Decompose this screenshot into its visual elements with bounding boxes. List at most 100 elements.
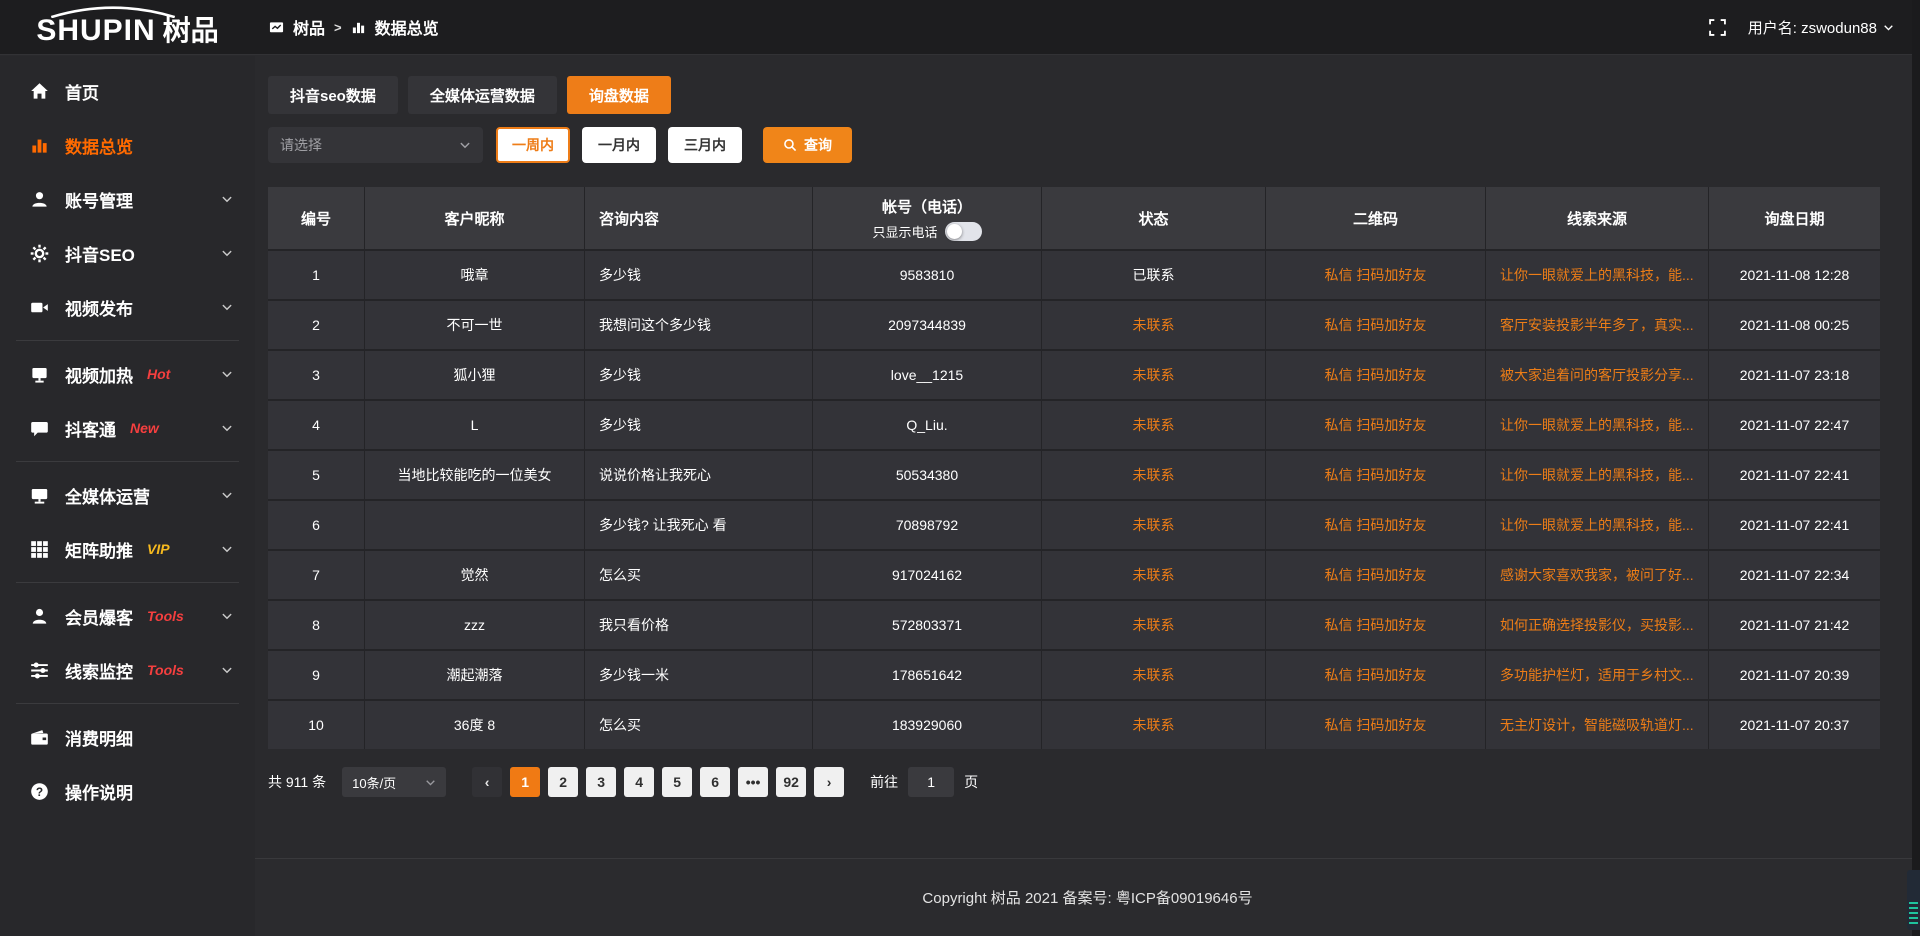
cell-date: 2021-11-07 22:34: [1709, 551, 1880, 599]
sidebar-item-badge: Tools: [147, 662, 184, 678]
header-account: 帐号（电话） 只显示电话: [813, 187, 1041, 249]
chevron-down-icon: [221, 422, 233, 434]
sidebar-item[interactable]: 会员爆客 Tools: [0, 589, 255, 643]
sidebar-item-icon: [30, 298, 49, 317]
cell-source-link[interactable]: 如何正确选择投影仪，买投影...: [1486, 601, 1708, 649]
pagination: 共 911 条 10条/页 ‹ 1 2 3 4 5 6 ••• 92: [268, 767, 1920, 797]
cell-source-link[interactable]: 让你一眼就爱上的黑科技，能...: [1486, 451, 1708, 499]
cell-source-link[interactable]: 感谢大家喜欢我家，被问了好...: [1486, 551, 1708, 599]
page-button[interactable]: 5: [662, 767, 692, 797]
sidebar-item[interactable]: 首页: [0, 64, 255, 118]
username-label: 用户名: zswodun88: [1748, 17, 1877, 38]
page-button[interactable]: 4: [624, 767, 654, 797]
tab[interactable]: 询盘数据: [567, 76, 671, 114]
fullscreen-icon[interactable]: [1709, 19, 1726, 36]
table-row: 3 狐小狸 多少钱 love__1215 未联系 私信 扫码加好友 被大家追着问…: [268, 351, 1880, 399]
page-button[interactable]: 3: [586, 767, 616, 797]
page-size-select[interactable]: 10条/页: [342, 767, 446, 797]
cell-content: 多少钱: [585, 251, 812, 299]
page-button[interactable]: 6: [700, 767, 730, 797]
page-button[interactable]: 1: [510, 767, 540, 797]
cell-account: Q_Liu.: [813, 401, 1041, 449]
cell-qrcode-link[interactable]: 私信 扫码加好友: [1266, 551, 1485, 599]
sidebar-item[interactable]: 消费明细: [0, 710, 255, 764]
sidebar-item[interactable]: 抖音SEO: [0, 226, 255, 280]
cell-qrcode-link[interactable]: 私信 扫码加好友: [1266, 451, 1485, 499]
cell-source-link[interactable]: 让你一眼就爱上的黑科技，能...: [1486, 501, 1708, 549]
cell-qrcode-link[interactable]: 私信 扫码加好友: [1266, 401, 1485, 449]
sidebar-divider: [16, 461, 239, 462]
date-range-button[interactable]: 一月内: [582, 127, 656, 163]
filter-select[interactable]: 请选择: [268, 127, 483, 163]
scrollbar[interactable]: [1912, 0, 1920, 936]
cell-date: 2021-11-08 00:25: [1709, 301, 1880, 349]
sidebar-item[interactable]: 视频发布: [0, 280, 255, 334]
cell-nickname: zzz: [365, 601, 584, 649]
cell-content: 我只看价格: [585, 601, 812, 649]
page-button[interactable]: 92: [776, 767, 806, 797]
tab[interactable]: 全媒体运营数据: [408, 76, 557, 114]
cell-qrcode-link[interactable]: 私信 扫码加好友: [1266, 601, 1485, 649]
browser-extension-widget[interactable]: [1907, 870, 1920, 930]
sidebar-item[interactable]: 数据总览: [0, 118, 255, 172]
cell-content: 多少钱一米: [585, 651, 812, 699]
sidebar-item-label: 操作说明: [65, 779, 133, 804]
page-button[interactable]: 2: [548, 767, 578, 797]
cell-no: 4: [268, 401, 364, 449]
sidebar-item[interactable]: 账号管理: [0, 172, 255, 226]
sidebar-item-icon: [30, 419, 49, 438]
sidebar-item[interactable]: 抖客通 New: [0, 401, 255, 455]
cell-nickname: 36度 8: [365, 701, 584, 749]
page-button[interactable]: •••: [738, 767, 768, 797]
user-menu[interactable]: 用户名: zswodun88: [1748, 17, 1894, 38]
cell-qrcode-link[interactable]: 私信 扫码加好友: [1266, 501, 1485, 549]
cell-nickname: 哦章: [365, 251, 584, 299]
phone-only-label: 只显示电话: [872, 222, 937, 241]
cell-nickname: 不可一世: [365, 301, 584, 349]
chevron-down-icon: [221, 247, 233, 259]
sidebar-item[interactable]: 视频加热 Hot: [0, 347, 255, 401]
sidebar-item[interactable]: 操作说明: [0, 764, 255, 818]
sidebar-item[interactable]: 矩阵助推 VIP: [0, 522, 255, 576]
cell-qrcode-link[interactable]: 私信 扫码加好友: [1266, 251, 1485, 299]
cell-source-link[interactable]: 让你一眼就爱上的黑科技，能...: [1486, 401, 1708, 449]
cell-account: 9583810: [813, 251, 1041, 299]
tab[interactable]: 抖音seo数据: [268, 76, 398, 114]
sidebar-item-label: 账号管理: [65, 187, 133, 212]
next-page-button[interactable]: ›: [814, 767, 844, 797]
cell-no: 10: [268, 701, 364, 749]
sidebar-item-label: 矩阵助推: [65, 537, 133, 562]
query-button[interactable]: 查询: [763, 127, 852, 163]
table-row: 8 zzz 我只看价格 572803371 未联系 私信 扫码加好友 如何正确选…: [268, 601, 1880, 649]
cell-qrcode-link[interactable]: 私信 扫码加好友: [1266, 351, 1485, 399]
sidebar-item[interactable]: 全媒体运营: [0, 468, 255, 522]
table-row: 4 L 多少钱 Q_Liu. 未联系 私信 扫码加好友 让你一眼就爱上的黑科技，…: [268, 401, 1880, 449]
date-range-button[interactable]: 一周内: [496, 127, 570, 163]
table-row: 10 36度 8 怎么买 183929060 未联系 私信 扫码加好友 无主灯设…: [268, 701, 1880, 749]
copyright-text: Copyright 树品 2021 备案号: 粤ICP备09019646号: [922, 887, 1252, 908]
cell-qrcode-link[interactable]: 私信 扫码加好友: [1266, 651, 1485, 699]
date-range-button[interactable]: 三月内: [668, 127, 742, 163]
cell-status: 未联系: [1042, 351, 1265, 399]
jump-page-input[interactable]: [908, 767, 954, 797]
sidebar-item[interactable]: 线索监控 Tools: [0, 643, 255, 697]
cell-no: 2: [268, 301, 364, 349]
cell-account: 2097344839: [813, 301, 1041, 349]
sidebar-item-icon: [30, 782, 49, 801]
cell-source-link[interactable]: 客厅安装投影半年多了，真实...: [1486, 301, 1708, 349]
chevron-down-icon: [221, 368, 233, 380]
cell-source-link[interactable]: 被大家追着问的客厅投影分享...: [1486, 351, 1708, 399]
prev-page-button[interactable]: ‹: [472, 767, 502, 797]
cell-content: 怎么买: [585, 551, 812, 599]
query-button-label: 查询: [804, 135, 832, 155]
cell-source-link[interactable]: 让你一眼就爱上的黑科技，能...: [1486, 251, 1708, 299]
cell-source-link[interactable]: 无主灯设计，智能磁吸轨道灯...: [1486, 701, 1708, 749]
cell-qrcode-link[interactable]: 私信 扫码加好友: [1266, 301, 1485, 349]
breadcrumb-root[interactable]: 树品: [293, 15, 325, 39]
cell-content: 多少钱: [585, 351, 812, 399]
cell-qrcode-link[interactable]: 私信 扫码加好友: [1266, 701, 1485, 749]
cell-source-link[interactable]: 多功能护栏灯，适用于乡村文...: [1486, 651, 1708, 699]
logo-text-en: SHUPIN: [36, 16, 155, 46]
header-account-title: 帐号（电话）: [882, 196, 972, 217]
phone-only-toggle[interactable]: [945, 222, 982, 241]
